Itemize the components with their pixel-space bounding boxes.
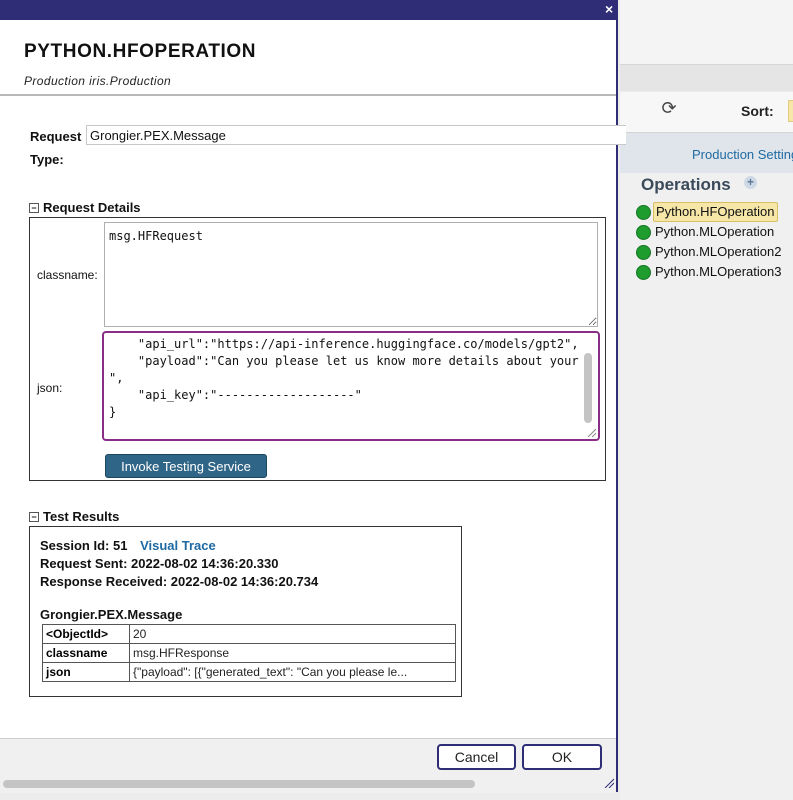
status-dot-icon [636, 245, 651, 260]
json-textarea[interactable]: "api_url":"https://api-inference.hugging… [102, 331, 600, 441]
sort-select[interactable] [788, 100, 793, 122]
request-type-label-line2: Type: [30, 152, 64, 167]
operation-label: Python.MLOperation2 [655, 244, 782, 259]
table-row: json {"payload": [{"generated_text": "Ca… [42, 662, 456, 682]
table-key: json [42, 662, 130, 682]
dialog-title: PYTHON.HFOPERATION [24, 41, 257, 62]
classname-label: classname: [37, 268, 98, 282]
collapse-icon[interactable]: − [29, 203, 39, 213]
status-dot-icon [636, 265, 651, 280]
session-id: 51 [112, 538, 128, 553]
invoke-testing-service-button[interactable]: Invoke Testing Service [105, 454, 267, 478]
operations-title: Operations [641, 175, 731, 194]
classname-textarea[interactable]: msg.HFRequest [104, 222, 598, 327]
status-dot-icon [636, 225, 651, 240]
table-key: classname [42, 643, 130, 663]
ok-button[interactable]: OK [522, 744, 602, 770]
sort-label: Sort: [741, 103, 774, 119]
test-results-title: Test Results [43, 509, 120, 524]
table-value: 20 [129, 624, 456, 644]
operation-label: Python.HFOperation [653, 202, 778, 222]
dialog-subtitle: Production iris.Production [24, 74, 172, 88]
request-type-label-line1: Request [30, 129, 82, 144]
production-settings-tab[interactable]: Production Settings [692, 147, 793, 162]
json-text[interactable]: "api_url":"https://api-inference.hugging… [109, 336, 579, 421]
refresh-icon[interactable]: ⟳ [660, 99, 678, 117]
horizontal-scrollbar[interactable] [3, 780, 475, 788]
visual-trace-link[interactable]: Visual Trace [140, 538, 216, 553]
json-scrollbar[interactable] [584, 353, 592, 423]
session-label: Session Id: [40, 538, 110, 553]
response-received-value: 2022-08-02 14:36:20.734 [170, 574, 319, 589]
request-details-title: Request Details [43, 200, 141, 215]
request-details-header[interactable]: − Request Details [29, 200, 141, 215]
operation-label: Python.MLOperation3 [655, 264, 782, 279]
top-strip-gap [620, 65, 793, 91]
response-object-table: <ObjectId> 20 classname msg.HFResponse j… [42, 624, 456, 682]
divider [0, 94, 616, 96]
response-received-label: Response Received: [40, 574, 168, 589]
test-service-dialog: × PYTHON.HFOPERATION Production iris.Pro… [0, 0, 626, 793]
request-sent-value: 2022-08-02 14:36:20.330 [131, 556, 279, 571]
message-class-title: Grongier.PEX.Message [40, 607, 183, 622]
table-value: {"payload": [{"generated_text": "Can you… [129, 662, 456, 682]
table-row: classname msg.HFResponse [42, 643, 456, 663]
request-sent-line: Request Sent: 2022-08-02 14:36:20.330 [40, 556, 278, 571]
resize-grip-icon[interactable] [586, 427, 596, 437]
add-operation-icon[interactable]: + [744, 176, 757, 189]
dialog-resize-grip-icon[interactable] [604, 778, 614, 788]
response-received-line: Response Received: 2022-08-02 14:36:20.7… [40, 574, 318, 589]
status-dot-icon [636, 205, 651, 220]
table-row: <ObjectId> 20 [42, 624, 456, 644]
table-value: msg.HFResponse [129, 643, 456, 663]
cancel-button[interactable]: Cancel [437, 744, 516, 770]
collapse-icon[interactable]: − [29, 512, 39, 522]
close-icon[interactable]: × [605, 1, 613, 17]
table-key: <ObjectId> [42, 624, 130, 644]
top-strip [620, 0, 793, 65]
request-type-label: Request Type: [30, 125, 81, 171]
dialog-titlebar[interactable] [0, 0, 618, 20]
session-line: Session Id: 51 Visual Trace [40, 538, 216, 553]
request-type-input[interactable] [86, 125, 626, 145]
request-sent-label: Request Sent: [40, 556, 128, 571]
test-results-header[interactable]: − Test Results [29, 509, 119, 524]
json-label: json: [37, 381, 63, 395]
operation-label: Python.MLOperation [655, 224, 775, 239]
